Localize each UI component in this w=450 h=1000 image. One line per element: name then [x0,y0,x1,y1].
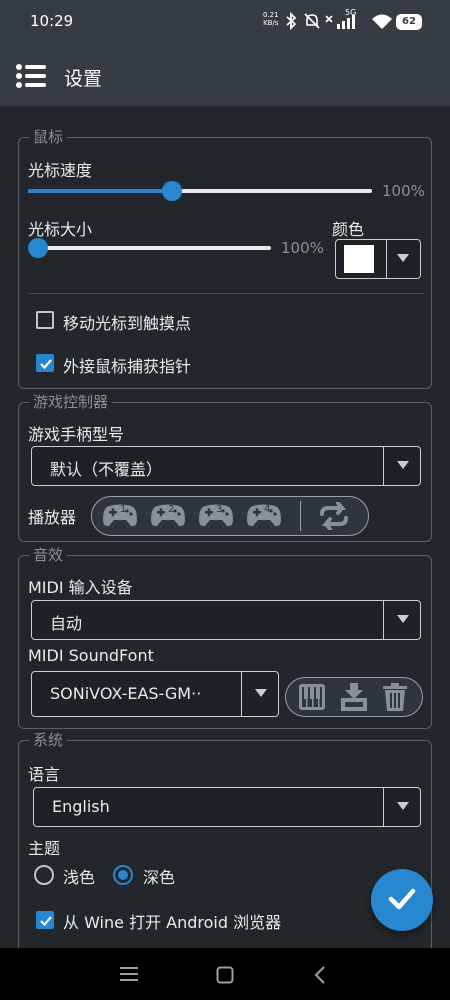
player-number-3: 3 [216,504,223,515]
move-cursor-to-touch-checkbox[interactable] [36,311,54,329]
cursor-speed-value: 100% [382,182,425,200]
mouse-legend: 鼠标 [29,126,68,148]
status-bar: 10:29 0.21 KB/s 5G 62 [0,0,450,46]
game-controller-group: 游戏控制器 游戏手柄型号 默认（不覆盖） 播放器 1 2 3 4 [18,391,432,542]
soundfont-actions [285,677,423,717]
players-divider [300,501,301,531]
battery-icon: 62 [396,14,422,30]
select-divider [241,672,242,716]
page-title: 设置 [64,68,103,90]
dropdown-arrow-icon [397,802,409,810]
trash-icon[interactable] [382,682,408,712]
soundfont-select[interactable]: SONiVOX-EAS-GM·· [31,671,279,717]
piano-icon[interactable] [298,683,326,711]
mouse-divider [28,293,424,294]
theme-light-label[interactable]: 浅色 [63,864,95,888]
players-label: 播放器 [28,508,77,527]
gamepad-player-3-button[interactable]: 3 [198,503,234,533]
audio-legend: 音效 [29,544,68,566]
cursor-size-track [38,246,271,250]
language-value: English [52,797,110,816]
wifi-icon [372,14,392,29]
player-number-1: 1 [120,504,127,515]
bluetooth-icon [286,12,297,30]
select-divider [383,601,384,639]
net-speed-unit: KB/s [263,19,279,27]
gamepad-player-1-button[interactable]: 1 [102,503,138,533]
cursor-size-slider[interactable] [28,237,271,259]
confirm-fab-button[interactable] [371,869,433,931]
download-icon[interactable] [340,682,368,712]
check-icon [40,916,52,927]
select-divider [383,788,384,826]
soundfont-label: MIDI SoundFont [28,646,154,665]
game-controller-legend: 游戏控制器 [29,391,113,413]
midi-input-label: MIDI 输入设备 [28,578,133,597]
cursor-size-thumb[interactable] [28,238,48,258]
gamepad-player-2-button[interactable]: 2 [150,503,186,533]
audio-group: 音效 MIDI 输入设备 自动 MIDI SoundFont SONiVOX-E… [18,544,432,729]
cursor-speed-thumb[interactable] [162,181,183,201]
net-speed: 0.21 KB/s [263,11,279,27]
gamepad-model-value: 默认（不覆盖） [50,460,163,479]
language-select[interactable]: English [33,787,421,827]
checkmark-icon [388,888,416,910]
dropdown-arrow-icon [397,461,409,469]
dropdown-arrow-icon [397,615,409,623]
midi-input-value: 自动 [50,614,83,633]
home-icon[interactable] [216,966,234,984]
players-toolbar: 1 2 3 4 [91,496,369,536]
cursor-color-picker[interactable] [335,239,421,279]
system-group: 系统 语言 English 主题 浅色 深色 从 Wine 打开 Android… [18,729,432,948]
status-time: 10:29 [30,12,74,30]
recent-apps-icon[interactable] [120,967,138,981]
player-number-2: 2 [168,504,175,515]
soundfont-value: SONiVOX-EAS-GM·· [50,684,202,703]
color-picker-divider [386,240,387,278]
open-browser-label[interactable]: 从 Wine 打开 Android 浏览器 [63,909,281,933]
theme-dark-label[interactable]: 深色 [143,864,175,888]
check-icon [40,359,52,370]
dropdown-arrow-icon [397,254,409,262]
cursor-color-swatch [344,245,374,273]
system-legend: 系统 [29,729,68,751]
gamepad-player-4-button[interactable]: 4 [246,503,282,533]
system-nav-bar [0,948,450,1000]
theme-dark-radio[interactable] [113,865,133,885]
capture-pointer-label[interactable]: 外接鼠标捕获指针 [63,353,191,377]
cursor-size-value: 100% [281,239,324,257]
swap-icon[interactable] [316,502,352,530]
midi-input-select[interactable]: 自动 [31,600,421,640]
back-icon[interactable] [314,966,326,984]
cursor-speed-fill [28,189,173,193]
select-divider [383,447,384,485]
app-bar: 设置 [0,46,450,106]
capture-pointer-checkbox[interactable] [36,354,54,372]
theme-light-radio[interactable] [34,865,54,885]
settings-content[interactable]: 鼠标 光标速度 100% 光标大小 100% 颜色 移动光标到触摸点 外接鼠标捕… [0,106,450,948]
player-number-4: 4 [264,504,271,515]
gamepad-model-label: 游戏手柄型号 [28,425,125,444]
language-label: 语言 [28,765,61,784]
theme-label: 主题 [28,839,61,858]
mute-icon [304,13,320,29]
open-browser-checkbox[interactable] [36,911,54,929]
net-speed-value: 0.21 [263,11,279,19]
mouse-group: 鼠标 光标速度 100% 光标大小 100% 颜色 移动光标到触摸点 外接鼠标捕… [18,126,432,389]
cursor-speed-label: 光标速度 [28,161,93,180]
gamepad-model-select[interactable]: 默认（不覆盖） [31,446,421,486]
cursor-speed-slider[interactable] [28,180,372,202]
move-cursor-to-touch-label[interactable]: 移动光标到触摸点 [63,310,191,334]
hamburger-menu-icon[interactable] [16,64,46,88]
cursor-color-label: 颜色 [332,220,365,239]
dropdown-arrow-icon [255,689,267,697]
signal-5g-label: 5G [345,8,357,17]
